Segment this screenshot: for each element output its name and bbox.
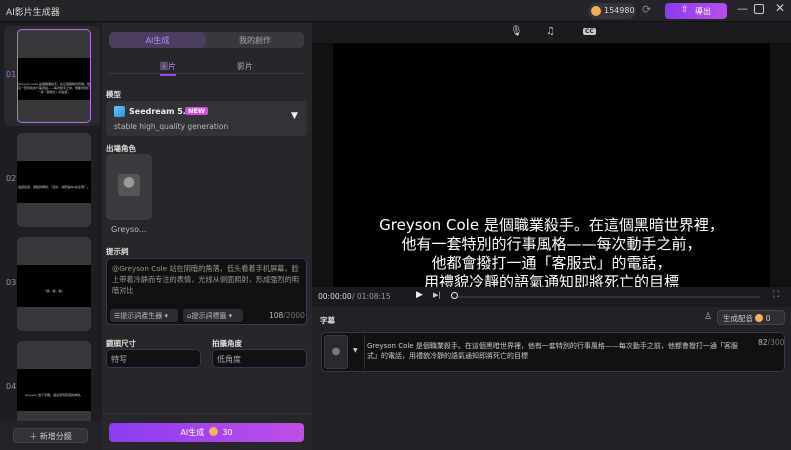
export-label: 導出: [695, 7, 711, 16]
prompt-generator-button[interactable]: ☰提示詞產生器 ▾: [110, 309, 178, 322]
subtitle-text[interactable]: Greyson Cole 是個職業殺手。在這個黑暗世界裡，他有一套特別的行事風格…: [367, 341, 747, 361]
speaker-avatar-icon[interactable]: ●: [324, 335, 348, 369]
voice-cost: 0: [765, 314, 771, 323]
export-button[interactable]: ⇧ 導出: [665, 3, 727, 19]
total-time: / 01:08:15: [352, 292, 391, 301]
subtab-video[interactable]: 影片: [237, 61, 253, 72]
current-time: 00:00:00: [318, 292, 352, 301]
add-scene-button[interactable]: ＋ 新增分鏡: [13, 428, 88, 443]
scene-item[interactable]: 「嘟，嘟，嘟」 03: [4, 234, 100, 334]
plus-icon: ＋: [29, 432, 40, 441]
camera-angle-label: 拍攝角度: [212, 339, 242, 348]
fullscreen-icon[interactable]: ⛶: [773, 290, 779, 300]
subtitle-entry[interactable]: ● ▼ Greyson Cole 是個職業殺手。在這個黑暗世界裡，他有一套特別的…: [321, 332, 785, 372]
scene-number: 03: [6, 278, 17, 287]
scene-caption: 電話接通，禮貌的問候：「您好，請問是Bill先生嗎？」: [17, 161, 91, 203]
scene-number: 02: [6, 174, 17, 183]
prompt-generator-label: 提示詞產生器: [120, 312, 163, 320]
close-icon[interactable]: ✕: [775, 1, 785, 15]
minimize-icon[interactable]: —: [737, 2, 748, 15]
person-icon: ●: [118, 174, 140, 196]
chevron-down-icon: ▼: [291, 111, 298, 121]
speaker-dropdown-icon[interactable]: ▼: [353, 347, 358, 354]
coin-icon: [591, 6, 601, 16]
play-icon[interactable]: ▶: [416, 290, 423, 300]
shot-size-field[interactable]: 特写: [106, 349, 201, 368]
credits-value: 154980: [604, 6, 635, 15]
prompt-field[interactable]: @Greyson Cole 站在阴暗的角落，低头看着手机屏幕，脸上带着冷静而专注…: [106, 258, 307, 325]
step-forward-icon[interactable]: ▶|: [433, 291, 441, 299]
subtitle-counter: 82/300: [758, 338, 784, 347]
subtitles-label: 字幕: [320, 316, 335, 325]
subtitle-count: 82: [758, 338, 768, 347]
closed-captions-icon[interactable]: CC: [583, 28, 596, 35]
microphone-icon[interactable]: 🎙: [510, 26, 523, 37]
mode-tabs: AI生成 我的創作: [109, 32, 304, 48]
tab-ai-generate[interactable]: AI生成: [109, 32, 206, 48]
preview-panel: 🎙 ♫ CC Greyson Cole 是個職業殺手。在這個黑暗世界裡， 他有一…: [312, 23, 791, 450]
character-name: Greyso...: [111, 225, 147, 234]
model-description: stable high_quality generation: [114, 122, 229, 131]
prompt-max: /2000: [283, 311, 305, 320]
voice-person-icon[interactable]: ♙: [704, 312, 712, 322]
coin-icon: [208, 427, 218, 436]
add-scene-label: 新增分鏡: [39, 432, 72, 441]
character-label: 出場角色: [106, 144, 136, 153]
coin-icon: [755, 314, 764, 322]
camera-angle-field[interactable]: 低角度: [212, 349, 307, 368]
scene-thumbnail: Greyson Cole 是個職業殺手。在這個黑暗世界裡，他有一套特別的行事風格…: [17, 29, 91, 123]
prompt-label: 提示詞: [106, 247, 129, 256]
generate-cost: 30: [222, 428, 233, 437]
subtitle-max: /300: [767, 338, 785, 347]
model-name: Seedream 5.0: [129, 107, 192, 116]
subtitle-line: 他都會撥打一通「客服式」的電話，: [431, 254, 672, 272]
app-title: AI影片生成器: [6, 8, 60, 18]
refresh-icon[interactable]: ⟳: [642, 3, 651, 16]
video-subtitle-overlay: Greyson Cole 是個職業殺手。在這個黑暗世界裡， 他有一套特別的行事風…: [333, 216, 770, 287]
tab-my-creations[interactable]: 我的創作: [206, 32, 304, 48]
seedream-logo-icon: [114, 106, 125, 117]
progress-handle[interactable]: [451, 292, 458, 299]
scene-thumbnail: 電話接通，禮貌的問候：「您好，請問是Bill先生嗎？」: [17, 133, 91, 227]
player-controls: 00:00:00 / 01:08:15 ▶ ▶| ⛶: [312, 287, 791, 307]
scene-caption: Greyson 放下手機，露出若有所思的神情。: [17, 369, 91, 411]
model-select[interactable]: Seedream 5.0 NEW stable high_quality gen…: [106, 101, 307, 136]
new-badge: NEW: [185, 107, 209, 115]
scene-number: 04: [6, 382, 17, 391]
generate-voice-button[interactable]: 生成配音 0: [717, 310, 785, 325]
prompt-tags-label: 提示詞標籤: [191, 312, 227, 320]
music-icon[interactable]: ♫: [546, 26, 555, 37]
scene-number: 01: [6, 70, 17, 79]
subtitle-line: Greyson Cole 是個職業殺手。在這個黑暗世界裡，: [379, 216, 724, 234]
generate-voice-label: 生成配音: [723, 314, 753, 323]
ai-generate-button[interactable]: AI生成 30: [109, 423, 304, 442]
title-bar: AI影片生成器 154980 ⟳ ⇧ 導出 — ✕: [0, 0, 791, 22]
progress-bar[interactable]: [457, 296, 760, 298]
video-area: Greyson Cole 是個職業殺手。在這個黑暗世界裡， 他有一套特別的行事風…: [312, 43, 791, 287]
upload-icon: ⇧: [681, 5, 689, 15]
video-frame[interactable]: Greyson Cole 是個職業殺手。在這個黑暗世界裡， 他有一套特別的行事風…: [333, 43, 770, 287]
model-label: 模型: [106, 90, 121, 99]
scene-item[interactable]: 電話接通，禮貌的問候：「您好，請問是Bill先生嗎？」 02: [4, 130, 100, 230]
scene-caption: Greyson Cole 是個職業殺手。在這個黑暗世界裡，他有一套特別的行事風格…: [18, 58, 90, 100]
scene-item[interactable]: Greyson Cole 是個職業殺手。在這個黑暗世界裡，他有一套特別的行事風格…: [4, 26, 100, 126]
prompt-tags-button[interactable]: ⌂提示詞標籤 ▾: [183, 309, 243, 322]
subtitle-line: 他有一套特別的行事風格——每次動手之前，: [401, 235, 702, 253]
generation-panel: AI生成 我的創作 圖片 影片 模型 Seedream 5.0 NEW stab…: [102, 23, 312, 450]
generate-label: AI生成: [180, 428, 205, 437]
maximize-icon[interactable]: [754, 4, 764, 14]
prompt-count: 108: [269, 311, 284, 320]
prompt-text: @Greyson Cole 站在阴暗的角落，低头看着手机屏幕，脸上带着冷静而专注…: [112, 264, 299, 295]
subtitle-section: 字幕 ♙ 生成配音 0 ● ▼ Greyson Cole 是個職業殺手。在這個黑…: [312, 307, 791, 450]
character-card[interactable]: ●: [106, 154, 152, 220]
scene-caption: 「嘟，嘟，嘟」: [17, 265, 91, 307]
scene-list: Greyson Cole 是個職業殺手。在這個黑暗世界裡，他有一套特別的行事風格…: [0, 23, 102, 450]
credits-badge[interactable]: 154980: [588, 3, 636, 19]
subtitle-line: 用禮貌冷靜的語氣通知即將死亡的目標: [423, 273, 679, 287]
scene-thumbnail: 「嘟，嘟，嘟」: [17, 237, 91, 331]
shot-size-label: 鏡頭尺寸: [106, 339, 136, 348]
prompt-counter: 108/2000: [269, 311, 305, 320]
